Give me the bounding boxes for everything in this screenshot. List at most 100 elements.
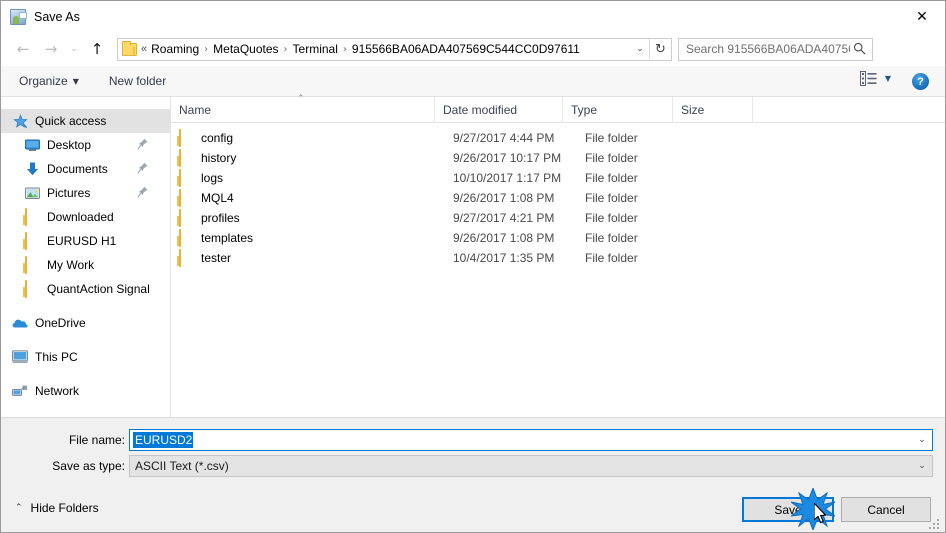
chevron-down-icon: ⌄ (636, 44, 644, 54)
view-layout-icon[interactable] (859, 71, 877, 86)
column-header-name[interactable]: Name ⌃ (171, 93, 435, 123)
breadcrumb-metaquotes[interactable]: MetaQuotes (209, 42, 282, 56)
sidebar-item-onedrive[interactable]: OneDrive (1, 311, 170, 335)
recent-locations-button[interactable]: ⌄ (65, 36, 83, 62)
table-row[interactable]: logs 10/10/2017 1:17 PM File folder (171, 168, 945, 188)
folder-icon (122, 40, 137, 56)
file-name-label: File name: (68, 433, 125, 447)
sort-ascending-icon: ⌃ (297, 93, 305, 104)
sidebar-item-label: My Work (47, 258, 95, 272)
column-header-date-label: Date modified (443, 102, 518, 117)
sidebar-item-my-work[interactable]: My Work (1, 253, 170, 277)
column-header-date-modified[interactable]: Date modified (435, 96, 563, 123)
breadcrumb-terminal[interactable]: Terminal (289, 42, 342, 56)
pin-icon[interactable] (137, 186, 148, 198)
breadcrumb-instance-id[interactable]: 915566BA06ADA407569C544CC0D97611 (348, 42, 584, 56)
save-as-type-label: Save as type: (52, 459, 125, 473)
folder-icon (23, 209, 41, 226)
refresh-icon: ↻ (655, 41, 666, 57)
file-date-modified: 9/26/2017 1:08 PM (453, 191, 555, 205)
window-title: Save As (34, 9, 80, 24)
column-header-size[interactable]: Size (673, 96, 753, 123)
folder-icon (23, 281, 41, 298)
table-row[interactable]: profiles 9/27/2017 4:21 PM File folder (171, 208, 945, 228)
organize-label: Organize (19, 74, 68, 88)
search-input[interactable]: Search 915566BA06ADA40756… (678, 37, 873, 61)
folder-icon (179, 251, 193, 267)
help-button[interactable]: ? (912, 73, 929, 90)
column-header-type[interactable]: Type (563, 96, 673, 123)
pin-icon[interactable] (137, 162, 148, 174)
save-button-label: Save (774, 502, 802, 517)
hide-folders-button[interactable]: ⌃ Hide Folders (15, 501, 99, 515)
save-as-type-select[interactable]: ASCII Text (*.csv) ⌄ (129, 455, 933, 477)
address-breadcrumb-bar[interactable]: « Roaming › MetaQuotes › Terminal › 9155… (117, 37, 672, 61)
sidebar-item-label: OneDrive (35, 316, 86, 330)
file-name-input[interactable]: EURUSD2 ⌄ (129, 429, 933, 451)
cancel-button[interactable]: Cancel (841, 497, 931, 522)
new-folder-button[interactable]: New folder (102, 70, 173, 92)
pictures-icon (23, 185, 41, 201)
table-row[interactable]: MQL4 9/26/2017 1:08 PM File folder (171, 188, 945, 208)
sidebar-item-label: Documents (47, 162, 108, 176)
close-button[interactable]: ✕ (899, 1, 945, 32)
sidebar-item-quick-access[interactable]: Quick access (1, 109, 170, 133)
onedrive-cloud-icon (11, 315, 29, 331)
sidebar-item-label: Network (35, 384, 80, 398)
up-arrow-icon: ↑ (90, 39, 104, 58)
file-date-modified: 9/27/2017 4:44 PM (453, 131, 555, 145)
table-row[interactable]: tester 10/4/2017 1:35 PM File folder (171, 248, 945, 268)
forward-button[interactable]: → (37, 36, 65, 62)
breadcrumb-overflow-icon[interactable]: « (137, 43, 147, 55)
file-type: File folder (585, 131, 638, 145)
help-label: ? (917, 75, 924, 88)
address-dropdown-button[interactable]: ⌄ (631, 39, 649, 60)
folder-icon (23, 233, 41, 250)
save-button[interactable]: Save (742, 497, 834, 522)
back-button[interactable]: ← (9, 36, 37, 62)
navigation-bar: ← → ⌄ ↑ « Roaming › MetaQuotes › Termina… (1, 32, 945, 66)
chevron-down-icon[interactable]: ⌄ (913, 456, 931, 476)
sidebar-item-eurusd-h1[interactable]: EURUSD H1 (1, 229, 170, 253)
chevron-down-icon[interactable]: ▼ (885, 74, 891, 83)
sidebar-item-quantaction-signal[interactable]: QuantAction Signal (1, 277, 170, 301)
resize-grip[interactable] (929, 517, 941, 529)
network-icon (11, 383, 29, 399)
folder-icon (179, 171, 193, 187)
save-as-app-icon (10, 8, 27, 25)
up-one-level-button[interactable]: ↑ (83, 36, 111, 62)
desktop-icon (23, 137, 41, 153)
this-pc-monitor-icon (11, 349, 29, 365)
folder-icon (179, 231, 193, 247)
sidebar-item-this-pc[interactable]: This PC (1, 345, 170, 369)
file-name: tester (201, 251, 232, 265)
chevron-down-icon: ▼ (72, 76, 79, 86)
pin-icon[interactable] (137, 138, 148, 150)
table-row[interactable]: templates 9/26/2017 1:08 PM File folder (171, 228, 945, 248)
sidebar-item-label: QuantAction Signal (47, 282, 150, 296)
chevron-down-icon[interactable]: ⌄ (913, 430, 931, 450)
sidebar-item-documents[interactable]: Documents (1, 157, 170, 181)
search-placeholder: Search 915566BA06ADA40756… (686, 42, 850, 56)
folder-icon (179, 191, 193, 207)
breadcrumb-roaming[interactable]: Roaming (147, 42, 203, 56)
folder-icon (23, 257, 41, 274)
file-type: File folder (585, 171, 638, 185)
column-header-name-label: Name (179, 102, 212, 117)
table-row[interactable]: config 9/27/2017 4:44 PM File folder (171, 128, 945, 148)
hide-folders-label: Hide Folders (30, 501, 99, 515)
organize-menu-button[interactable]: Organize ▼ (12, 70, 86, 92)
table-row[interactable]: history 9/26/2017 10:17 PM File folder (171, 148, 945, 168)
sidebar-item-pictures[interactable]: Pictures (1, 181, 170, 205)
file-name: MQL4 (201, 191, 234, 205)
sidebar-item-desktop[interactable]: Desktop (1, 133, 170, 157)
file-date-modified: 10/10/2017 1:17 PM (453, 171, 562, 185)
file-rows: config 9/27/2017 4:44 PM File folder his… (171, 123, 945, 268)
documents-down-arrow-icon (23, 161, 41, 177)
refresh-button[interactable]: ↻ (649, 38, 671, 60)
file-date-modified: 9/26/2017 10:17 PM (453, 151, 562, 165)
file-name: config (201, 131, 234, 145)
sidebar-item-label: This PC (35, 350, 78, 364)
sidebar-item-downloaded[interactable]: Downloaded (1, 205, 170, 229)
sidebar-item-network[interactable]: Network (1, 379, 170, 403)
